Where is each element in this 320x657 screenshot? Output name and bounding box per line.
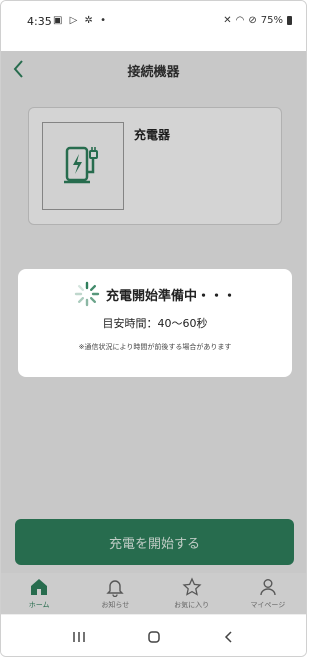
estimated-time: 目安時間：40〜60秒 (102, 317, 208, 330)
modal-title: 充電開始準備中・・・ (105, 288, 236, 304)
mute-icon: ✕ (223, 15, 232, 26)
modal-note: ※通信状況により時間が前後する場合があります (78, 343, 232, 351)
status-bar: 4:35 ▣ ▷ ✲ • ✕ ◠ ⊘ 75% (1, 1, 306, 51)
play-store-icon: ▷ (69, 15, 80, 26)
image-icon: ▣ (53, 15, 65, 26)
settings-icon: ✲ (84, 15, 95, 26)
home-system-button[interactable] (143, 626, 165, 648)
dnd-icon: ⊘ (248, 15, 257, 26)
status-system-icons: ✕ ◠ ⊘ 75% (223, 15, 292, 26)
status-notification-icons: ▣ ▷ ✲ • (53, 15, 108, 26)
phone-screen: 4:35 ▣ ▷ ✲ • ✕ ◠ ⊘ 75% 接続機器 充電器 充電を開始する … (0, 0, 307, 657)
charging-preparation-dialog: 充電開始準備中・・・ 目安時間：40〜60秒 ※通信状況により時間が前後する場合… (18, 269, 292, 377)
dot-icon: • (100, 15, 109, 26)
modal-title-row: 充電開始準備中・・・ (18, 281, 292, 307)
status-time: 4:35 (27, 15, 52, 28)
loading-spinner-icon (74, 281, 100, 307)
system-nav-bar (1, 615, 306, 656)
battery-icon (287, 16, 292, 25)
battery-level: 75% (260, 15, 283, 26)
wifi-icon: ◠ (235, 15, 245, 26)
back-system-button[interactable] (218, 626, 240, 648)
recent-apps-icon (72, 631, 85, 642)
home-circle-icon (147, 630, 160, 643)
back-arrow-icon (224, 630, 232, 643)
recent-apps-button[interactable] (68, 626, 90, 648)
